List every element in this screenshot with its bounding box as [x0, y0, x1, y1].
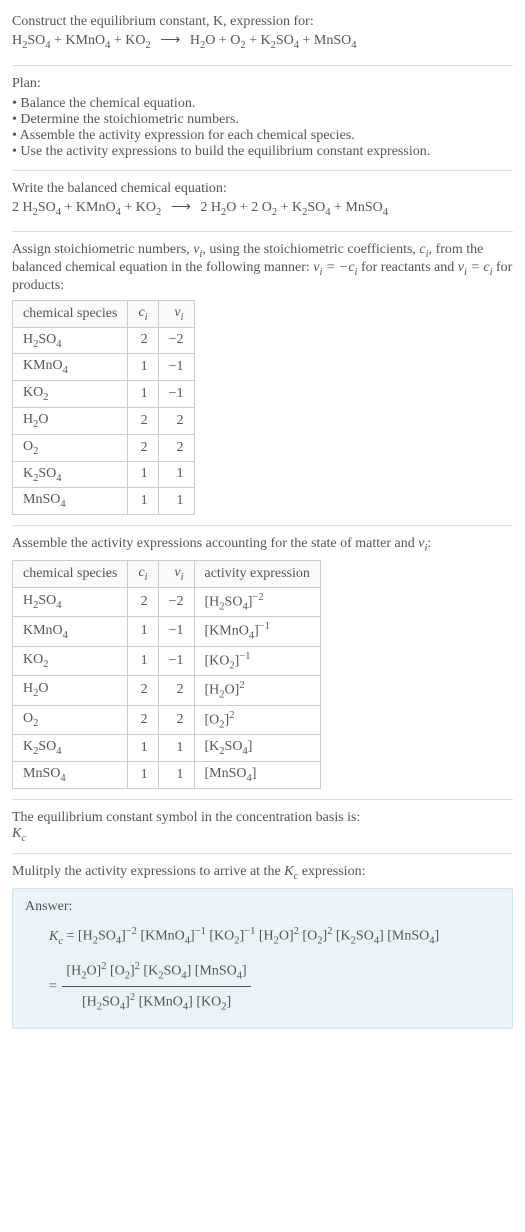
divider	[12, 231, 513, 232]
table-row: MnSO411[MnSO4]	[13, 761, 321, 788]
fraction-numerator: [H2O]2 [O2]2 [K2SO4] [MnSO4]	[62, 956, 250, 987]
plan-item: Balance the chemical equation.	[12, 96, 513, 112]
prompt-text: Construct the equilibrium constant, K, e…	[12, 14, 513, 30]
prompt: Construct the equilibrium constant, K, e…	[12, 14, 314, 29]
multiply-section: Mulitply the activity expressions to arr…	[12, 858, 513, 1034]
kc-expression-line2: = [H2O]2 [O2]2 [K2SO4] [MnSO4] [H2SO4]2 …	[49, 956, 500, 1018]
arrow-icon: ⟶	[165, 200, 197, 215]
arrow-icon: ⟶	[154, 33, 186, 48]
table-row: K2SO411[K2SO4]	[13, 735, 321, 762]
kc-expression-line1: Kc = [H2SO4]−2 [KMnO4]−1 [KO2]−1 [H2O]2 …	[49, 921, 500, 951]
table-row: H2O22	[13, 407, 195, 434]
multiply-text: Mulitply the activity expressions to arr…	[12, 864, 513, 882]
plan-item: Assemble the activity expression for eac…	[12, 128, 513, 144]
col-nui: νi	[158, 560, 194, 587]
divider	[12, 525, 513, 526]
balanced-title: Write the balanced chemical equation:	[12, 181, 513, 197]
assign-text: Assign stoichiometric numbers, νi, using…	[12, 242, 512, 293]
table-row: H2O22[H2O]2	[13, 676, 321, 705]
table-row: KO21−1[KO2]−1	[13, 646, 321, 675]
table-row: O222	[13, 434, 195, 461]
col-ci: ci	[128, 300, 158, 327]
col-activity: activity expression	[194, 560, 320, 587]
plan-item: Use the activity expressions to build th…	[12, 144, 513, 160]
balanced-section: Write the balanced chemical equation: 2 …	[12, 175, 513, 228]
table-row: KO21−1	[13, 381, 195, 408]
fraction: [H2O]2 [O2]2 [K2SO4] [MnSO4] [H2SO4]2 [K…	[62, 956, 250, 1018]
balanced-equation: 2 H2SO4 + KMnO4 + KO2 ⟶ 2 H2O + 2 O2 + K…	[12, 197, 513, 222]
plan-section: Plan: Balance the chemical equation. Det…	[12, 70, 513, 166]
col-ci: ci	[128, 560, 158, 587]
kc-symbol: Kc	[12, 826, 513, 844]
table-row: H2SO42−2[H2SO4]−2	[13, 587, 321, 616]
plan-title: Plan:	[12, 76, 513, 92]
symbol-section: The equilibrium constant symbol in the c…	[12, 804, 513, 850]
table-row: MnSO411	[13, 488, 195, 515]
stoich-table: chemical species ci νi H2SO42−2 KMnO41−1…	[12, 300, 195, 515]
answer-label: Answer:	[25, 899, 500, 915]
answer-box: Answer: Kc = [H2SO4]−2 [KMnO4]−1 [KO2]−1…	[12, 888, 513, 1028]
table-row: O222[O2]2	[13, 705, 321, 734]
col-nui: νi	[158, 300, 194, 327]
table-row: KMnO41−1	[13, 354, 195, 381]
divider	[12, 65, 513, 66]
activity-intro: Assemble the activity expressions accoun…	[12, 536, 513, 554]
header-section: Construct the equilibrium constant, K, e…	[12, 8, 513, 61]
col-species: chemical species	[13, 300, 128, 327]
col-species: chemical species	[13, 560, 128, 587]
table-row: KMnO41−1[KMnO4]−1	[13, 617, 321, 646]
divider	[12, 170, 513, 171]
fraction-denominator: [H2SO4]2 [KMnO4] [KO2]	[62, 987, 250, 1017]
table-row: K2SO411	[13, 461, 195, 488]
table-row: H2SO42−2	[13, 327, 195, 354]
activity-table: chemical species ci νi activity expressi…	[12, 560, 321, 789]
unbalanced-equation: H2SO4 + KMnO4 + KO2 ⟶ H2O + O2 + K2SO4 +…	[12, 30, 513, 55]
plan-list: Balance the chemical equation. Determine…	[12, 96, 513, 160]
divider	[12, 799, 513, 800]
plan-item: Determine the stoichiometric numbers.	[12, 112, 513, 128]
symbol-text: The equilibrium constant symbol in the c…	[12, 810, 513, 826]
activity-section: Assemble the activity expressions accoun…	[12, 530, 513, 794]
divider	[12, 853, 513, 854]
table-header-row: chemical species ci νi	[13, 300, 195, 327]
table-header-row: chemical species ci νi activity expressi…	[13, 560, 321, 587]
assign-section: Assign stoichiometric numbers, νi, using…	[12, 236, 513, 521]
